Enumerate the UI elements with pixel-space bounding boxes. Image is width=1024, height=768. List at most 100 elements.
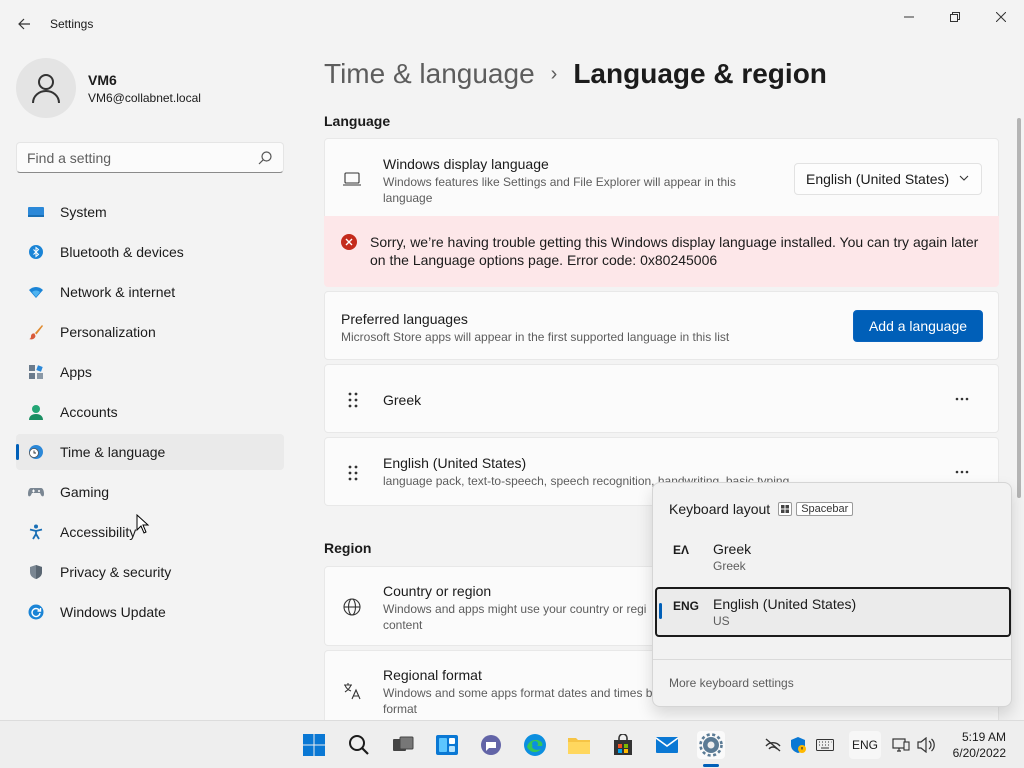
sidebar-item-windows-update[interactable]: Windows Update	[16, 594, 284, 630]
taskbar-search-button[interactable]	[345, 731, 373, 759]
sidebar-item-accounts[interactable]: Accounts	[16, 394, 284, 430]
close-icon	[996, 12, 1006, 22]
layout-name: English (United States)	[713, 596, 857, 612]
sidebar-item-personalization[interactable]: Personalization	[16, 314, 284, 350]
update-icon	[28, 604, 44, 620]
display-language-value: English (United States)	[806, 171, 950, 187]
input-language-indicator[interactable]: ENG	[849, 731, 881, 759]
layout-item-greek[interactable]: ΕΛ Greek Greek	[655, 533, 1011, 581]
language-name: Greek	[383, 392, 422, 408]
layout-item-english[interactable]: ENG English (United States) US	[655, 587, 1011, 637]
maximize-button[interactable]	[940, 8, 970, 26]
sidebar-item-time-language[interactable]: Time & language	[16, 434, 284, 470]
country-region-title: Country or region	[383, 583, 492, 599]
mouse-cursor-icon	[136, 514, 150, 534]
more-icon	[955, 470, 969, 474]
preferred-languages-description: Microsoft Store apps will appear in the …	[341, 330, 730, 344]
minimize-button[interactable]	[894, 8, 924, 26]
touch-keyboard-button[interactable]	[816, 736, 834, 754]
drag-handle-icon[interactable]	[347, 391, 359, 409]
display-language-dropdown[interactable]: English (United States)	[794, 163, 982, 195]
search-box[interactable]	[16, 142, 284, 173]
network-status-button[interactable]	[764, 736, 782, 754]
breadcrumb-parent[interactable]: Time & language	[324, 58, 535, 90]
task-view-button[interactable]	[389, 731, 417, 759]
sidebar-item-label: Bluetooth & devices	[60, 244, 184, 260]
sidebar-item-system[interactable]: System	[16, 194, 284, 230]
regional-format-description: Windows and some apps format dates and t…	[383, 686, 653, 716]
accessibility-icon	[29, 524, 43, 540]
more-keyboard-settings-link[interactable]: More keyboard settings	[669, 676, 794, 690]
store-button[interactable]	[609, 731, 637, 759]
network-icon	[29, 287, 43, 298]
accounts-icon	[29, 405, 43, 420]
preferred-languages-title: Preferred languages	[341, 311, 468, 327]
scrollbar[interactable]	[1017, 118, 1021, 498]
mail-icon	[655, 737, 679, 753]
sidebar-item-label: Gaming	[60, 484, 110, 500]
speaker-icon	[917, 737, 935, 753]
sidebar-item-accessibility[interactable]: Accessibility	[16, 514, 284, 550]
sidebar-item-apps[interactable]: Apps	[16, 354, 284, 390]
user-profile[interactable]: VM6 VM6@collabnet.local	[16, 58, 276, 118]
windows-start-icon	[303, 734, 325, 756]
language-name: English (United States)	[383, 455, 527, 471]
regional-format-title: Regional format	[383, 667, 482, 683]
search-icon	[349, 735, 369, 755]
breadcrumb: Time & language › Language & region	[324, 58, 827, 90]
add-language-button[interactable]: Add a language	[853, 310, 983, 342]
sidebar-item-bluetooth[interactable]: Bluetooth & devices	[16, 234, 284, 270]
sidebar-item-label: Windows Update	[60, 604, 166, 620]
apps-icon	[29, 365, 43, 379]
file-explorer-button[interactable]	[565, 731, 593, 759]
system-icon	[28, 207, 44, 217]
search-input[interactable]	[17, 143, 237, 172]
language-item-greek[interactable]: Greek	[324, 364, 999, 433]
settings-taskbar-button[interactable]	[697, 731, 725, 759]
avatar	[16, 58, 76, 118]
sidebar-nav: System Bluetooth & devices Network & int…	[16, 194, 284, 634]
app-title: Settings	[50, 17, 94, 31]
section-title-region: Region	[324, 540, 372, 556]
flyout-title: Keyboard layout	[669, 501, 771, 517]
chat-icon	[481, 735, 501, 755]
teams-chat-button[interactable]	[477, 731, 505, 759]
more-options-button[interactable]	[950, 387, 974, 411]
display-language-title: Windows display language	[383, 156, 549, 172]
bluetooth-icon	[29, 245, 43, 259]
sidebar-item-gaming[interactable]: Gaming	[16, 474, 284, 510]
display-language-description: Windows features like Settings and File …	[383, 175, 736, 205]
restore-icon	[950, 12, 960, 22]
drag-handle-icon[interactable]	[347, 464, 359, 482]
security-status-button[interactable]	[789, 736, 807, 754]
page-title: Language & region	[573, 58, 827, 89]
back-arrow-icon	[18, 18, 30, 30]
keyboard-layout-flyout: Keyboard layout Spacebar ΕΛ Greek Greek …	[652, 482, 1012, 707]
edge-button[interactable]	[521, 731, 549, 759]
more-icon	[955, 397, 969, 401]
widgets-button[interactable]	[433, 731, 461, 759]
person-icon	[32, 74, 60, 104]
breadcrumb-separator: ›	[550, 62, 558, 85]
sidebar-item-privacy[interactable]: Privacy & security	[16, 554, 284, 590]
error-banner: Sorry, we’re having trouble getting this…	[324, 216, 999, 287]
back-button[interactable]	[12, 12, 36, 36]
layout-code: ENG	[673, 599, 700, 613]
gaming-icon	[28, 488, 44, 497]
volume-button[interactable]	[917, 736, 935, 754]
layout-subtitle: US	[713, 614, 730, 628]
quick-settings-network-button[interactable]	[892, 736, 910, 754]
clock[interactable]: 5:19 AM 6/20/2022	[940, 729, 1020, 761]
flyout-header: Keyboard layout Spacebar	[669, 501, 854, 517]
error-message: Sorry, we’re having trouble getting this…	[370, 234, 979, 268]
close-button[interactable]	[986, 8, 1016, 26]
widgets-icon	[436, 735, 458, 755]
network-disconnected-icon	[765, 738, 781, 752]
section-title-language: Language	[324, 113, 391, 129]
sidebar-item-network[interactable]: Network & internet	[16, 274, 284, 310]
more-options-button[interactable]	[950, 460, 974, 484]
mail-button[interactable]	[653, 731, 681, 759]
start-button[interactable]	[300, 731, 328, 759]
search-icon[interactable]	[257, 150, 273, 166]
folder-icon	[568, 738, 590, 754]
